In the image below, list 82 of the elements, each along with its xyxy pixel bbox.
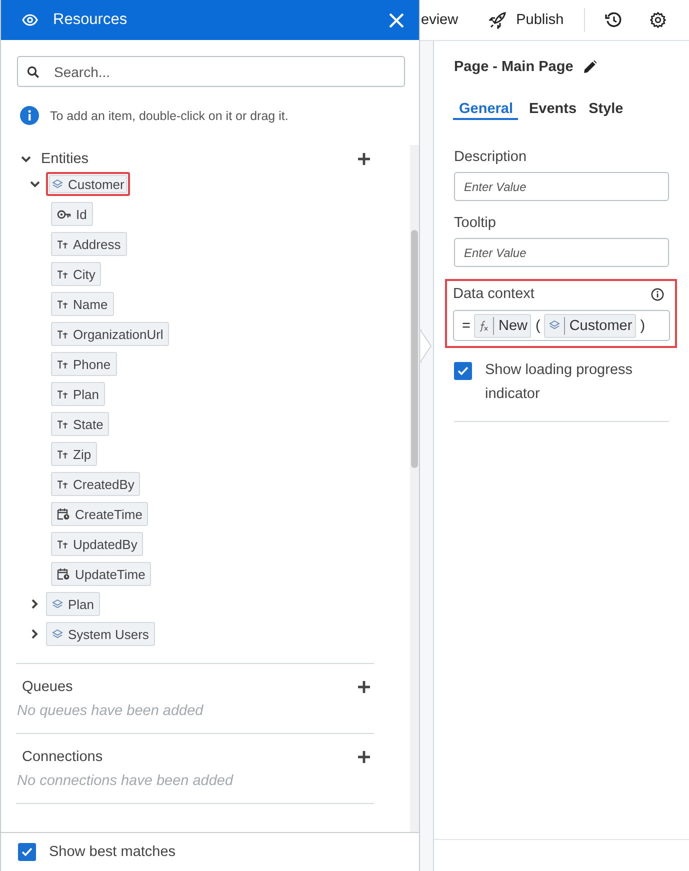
rocket-icon [489,12,506,28]
layers-icon [52,178,63,190]
layers-icon [52,628,63,640]
empty-message: No connections have been added [17,773,234,789]
text-type-icon [57,540,68,548]
scrollbar[interactable] [410,145,419,832]
panel-title: Resources [53,11,128,29]
text-type-icon [57,390,68,398]
settings-icon[interactable] [650,12,666,28]
hint-text: To add an item, double-click on it or drag it. [50,108,288,122]
text-type-icon [57,270,68,278]
tree-item[interactable]: CreatedBy [51,472,140,496]
tree-item[interactable]: Zip [51,442,98,466]
tab[interactable]: Style [588,101,624,120]
text-type-icon [57,480,68,488]
chevron-right-icon[interactable] [30,599,40,609]
checkbox[interactable] [454,362,472,380]
operator-text: = [462,318,470,334]
chevron-right-icon[interactable] [30,629,40,639]
tree-item[interactable]: City [51,262,102,286]
eye-icon [22,14,38,26]
operator-text: ( [535,318,540,334]
checkmark-icon [457,366,469,376]
calendar-clock-icon [57,568,70,580]
empty-message: No queues have been added [17,703,204,719]
checkmark-icon [21,847,33,857]
tree-item[interactable]: Customer [46,172,130,196]
chevron-down-icon[interactable] [21,156,31,162]
text-type-icon [57,420,68,428]
checkbox-label: Show loading progress indicator [485,361,634,404]
tab[interactable]: Events [528,101,578,120]
search-field[interactable]: Search... [17,56,405,87]
input-field[interactable]: Enter Value [454,172,669,201]
checkbox[interactable] [18,843,36,861]
publish-button[interactable]: Publish [489,12,564,28]
tab[interactable]: General [453,101,518,120]
checkbox-label: Show best matches [49,844,176,860]
info-icon[interactable] [651,288,664,300]
text-type-icon [57,360,68,368]
chevron-down-icon[interactable] [30,180,40,188]
tree-item[interactable]: Address [51,232,127,256]
operator-text: ) [640,318,646,334]
section-title: Entities [41,151,90,167]
field-label: Tooltip [454,215,496,231]
tree-item[interactable]: UpdateTime [51,562,152,586]
tree-item[interactable]: UpdatedBy [51,532,144,556]
entity-token[interactable]: Customer [544,314,636,338]
tree-item[interactable]: System Users [46,622,155,646]
field-label: Data context [453,286,534,302]
close-icon[interactable] [389,12,404,28]
toolbar-button[interactable]: eview [421,12,458,28]
text-type-icon [57,330,68,338]
search-icon [27,66,39,78]
edit-icon[interactable] [583,60,598,74]
layers-icon [52,598,63,610]
info-icon [20,106,39,125]
tree-item[interactable]: Plan [46,592,100,616]
tree-item[interactable]: Id [51,202,93,226]
text-type-icon [57,300,68,308]
add-icon[interactable] [358,153,370,165]
section-title: Queues [22,679,74,695]
tree-item[interactable]: CreateTime [51,502,148,526]
add-icon[interactable] [358,751,370,763]
expression-field[interactable]: = New ( Customer ) [453,310,670,341]
tree-item[interactable]: State [51,412,110,436]
tree-item[interactable]: Plan [51,382,106,406]
tree-item[interactable]: Name [51,292,114,316]
tree-item[interactable]: OrganizationUrl [51,322,170,346]
function-icon [479,320,490,332]
text-type-icon [57,450,68,458]
field-label: Description [454,149,527,165]
layers-icon [549,320,560,331]
tree-item[interactable]: Phone [51,352,117,376]
text-type-icon [57,240,68,248]
key-icon [57,208,71,220]
section-title: Connections [22,749,104,765]
calendar-clock-icon [57,508,70,520]
add-icon[interactable] [358,681,370,693]
page-title: Page - Main Page [454,59,574,75]
function-token[interactable]: New [474,314,532,338]
history-icon[interactable] [604,12,622,28]
input-field[interactable]: Enter Value [454,238,669,267]
